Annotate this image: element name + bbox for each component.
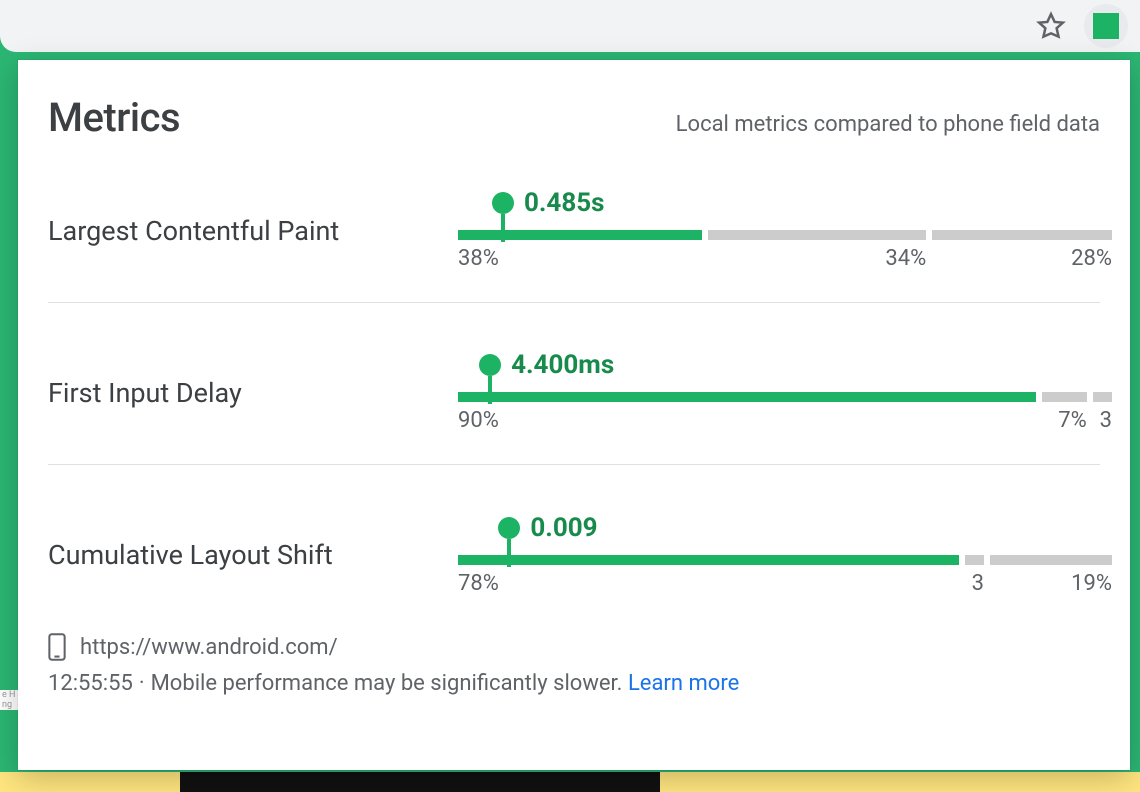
segment-ni [708, 230, 926, 240]
marker-stem [488, 376, 492, 404]
footer-note: 12:55:55·Mobile performance may be signi… [48, 671, 1100, 696]
browser-omnibox-bar [0, 0, 1140, 52]
metric-row: Cumulative Layout Shift0.00978%319% [48, 465, 1100, 627]
segment-ni [1042, 392, 1087, 402]
segment-label: 3 [1093, 408, 1112, 433]
page-background-text: e Hng [0, 690, 18, 710]
metric-distribution-bar: 0.485s38%34%28% [458, 190, 1100, 271]
segment-good [458, 555, 959, 565]
panel-title: Metrics [48, 94, 180, 141]
segment-poor [990, 555, 1112, 565]
marker-stem [501, 214, 505, 242]
panel-subtitle: Local metrics compared to phone field da… [676, 112, 1100, 137]
web-vitals-extension-icon [1093, 13, 1119, 39]
marker-dot-icon [479, 354, 501, 376]
extension-badge[interactable] [1084, 4, 1128, 48]
metric-local-value: 0.009 [530, 513, 597, 543]
segment-poor [932, 230, 1112, 240]
marker-dot-icon [492, 192, 514, 214]
local-value-marker: 0.485s [492, 192, 514, 242]
metric-name: First Input Delay [48, 377, 458, 409]
metric-row: Largest Contentful Paint0.485s38%34%28% [48, 141, 1100, 303]
page-background-strip [0, 60, 18, 772]
metric-row: First Input Delay4.400ms90%7%3 [48, 303, 1100, 465]
marker-dot-icon [498, 517, 520, 539]
metric-distribution-bar: 4.400ms90%7%3 [458, 352, 1100, 433]
segment-label: 28% [932, 246, 1112, 271]
metric-name: Cumulative Layout Shift [48, 539, 458, 571]
segment-label: 3 [965, 571, 984, 596]
segment-label: 7% [1042, 408, 1087, 433]
learn-more-link[interactable]: Learn more [628, 671, 739, 696]
metric-local-value: 4.400ms [511, 350, 614, 380]
local-value-marker: 4.400ms [479, 354, 501, 404]
web-vitals-popup: Metrics Local metrics compared to phone … [18, 60, 1130, 770]
metric-distribution-bar: 0.00978%319% [458, 515, 1100, 596]
metric-local-value: 0.485s [524, 188, 605, 218]
timestamp: 12:55:55 [48, 671, 133, 696]
marker-stem [507, 539, 511, 567]
metric-name: Largest Contentful Paint [48, 215, 458, 247]
segment-label: 90% [458, 408, 1036, 433]
segment-good [458, 392, 1036, 402]
segment-poor [1093, 392, 1112, 402]
segment-label: 34% [708, 246, 926, 271]
footer-warning-text: Mobile performance may be significantly … [151, 671, 623, 696]
local-value-marker: 0.009 [498, 517, 520, 567]
segment-ni [965, 555, 984, 565]
phone-icon [48, 633, 66, 661]
segment-label: 78% [458, 571, 959, 596]
segment-label: 38% [458, 246, 702, 271]
segment-label: 19% [990, 571, 1112, 596]
bookmark-star-icon[interactable] [1036, 11, 1066, 41]
page-background-footer [0, 772, 1140, 792]
tested-url: https://www.android.com/ [80, 635, 338, 660]
